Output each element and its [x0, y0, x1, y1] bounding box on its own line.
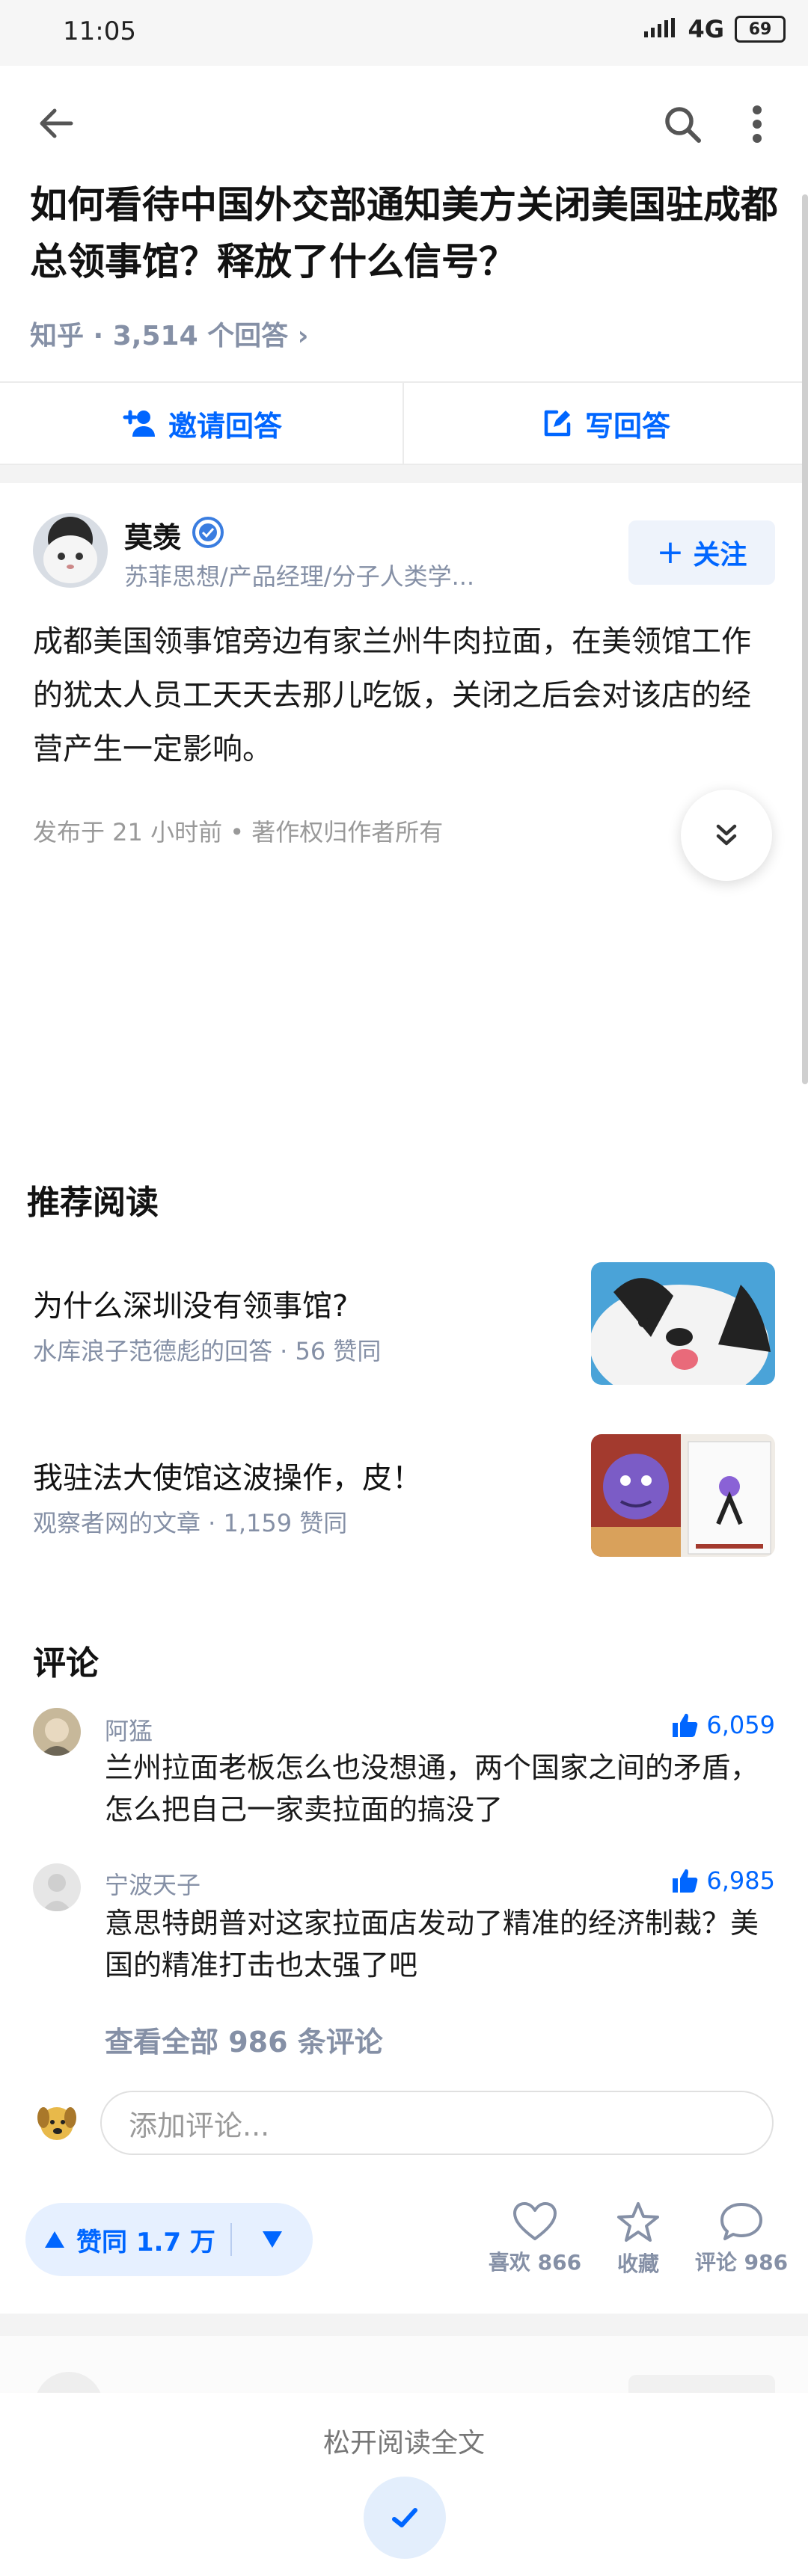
publish-info: 发布于 21 小时前 • 著作权归作者所有 — [33, 818, 444, 846]
follow-button[interactable]: + 关注 — [628, 520, 775, 585]
favorite-button[interactable]: 收藏 — [590, 2201, 687, 2278]
vote-bar: 赞同 1.7 万 — [25, 2203, 313, 2276]
write-answer-label: 写回答 — [584, 409, 670, 443]
upvote-label: 赞同 1.7 万 — [76, 2227, 215, 2257]
recommended-thumbnail[interactable] — [591, 1262, 775, 1385]
commenter-name[interactable]: 宁波天子 — [105, 1866, 201, 1901]
downvote-button[interactable] — [232, 2230, 313, 2249]
section-separator — [0, 2314, 808, 2336]
scrollbar[interactable] — [802, 194, 808, 1084]
search-button[interactable] — [655, 97, 709, 151]
answer-content[interactable]: 成都美国领事馆旁边有家兰州牛肉拉面，在美领馆工作的犹太人员工天天去那儿吃饭，关闭… — [33, 615, 774, 776]
follow-label: 关注 — [693, 540, 747, 571]
question-meta[interactable]: 知乎 · 3,514 个回答 › — [30, 314, 309, 353]
comment-text[interactable]: 兰州拉面老板怎么也没想通，两个国家之间的矛盾，怎么把自己一家卖拉面的搞没了 — [105, 1747, 778, 1830]
comment-like-count: 6,985 — [706, 1866, 775, 1895]
commenter-avatar[interactable] — [33, 1708, 81, 1756]
heart-icon — [513, 2202, 557, 2240]
thumbs-up-icon — [673, 1713, 698, 1737]
plus-icon: + — [656, 533, 685, 571]
search-icon — [665, 107, 701, 143]
view-all-comments-link[interactable]: 查看全部 986 条评论 — [105, 2019, 383, 2060]
comment-input-placeholder: 添加评论... — [129, 2109, 270, 2142]
check-icon — [392, 2508, 417, 2527]
release-to-read-text: 松开阅读全文 — [322, 2428, 485, 2459]
recommended-item-sub: 水库浪子范德彪的回答 · 56 赞同 — [33, 1337, 382, 1365]
favorite-label: 收藏 — [616, 2251, 659, 2276]
recommended-item-title[interactable]: 我驻法大使馆这波操作，皮！ — [33, 1454, 422, 1497]
comment-like-button[interactable]: 6,059 — [672, 1711, 775, 1739]
comment-input[interactable]: 添加评论... — [100, 2091, 774, 2155]
chevron-double-down-icon — [716, 824, 737, 846]
status-indicators: 4G 69 — [644, 15, 786, 43]
comment-label: 评论 986 — [694, 2250, 789, 2275]
section-separator — [0, 465, 808, 483]
expand-button[interactable] — [681, 790, 772, 881]
verified-badge-icon — [192, 516, 224, 549]
more-button[interactable] — [735, 97, 780, 151]
triangle-up-icon — [45, 2231, 64, 2248]
more-vertical-icon — [753, 105, 762, 143]
status-time: 11:05 — [63, 16, 136, 46]
recommended-item-title[interactable]: 为什么深圳没有领事馆? — [33, 1282, 348, 1325]
commenter-name[interactable]: 阿猛 — [105, 1712, 153, 1747]
recommended-heading: 推荐阅读 — [27, 1184, 159, 1222]
edit-icon — [544, 410, 571, 437]
comment-like-count: 6,059 — [706, 1711, 775, 1739]
invite-answer-button[interactable]: 邀请回答 — [0, 383, 403, 464]
commenter-avatar[interactable] — [33, 1863, 81, 1911]
comment-button[interactable]: 评论 986 — [693, 2201, 790, 2276]
chat-bubble-icon — [720, 2203, 762, 2240]
back-button[interactable] — [30, 97, 82, 150]
like-label: 喜欢 866 — [488, 2250, 582, 2275]
author-description: 苏菲思想/产品经理/分子人类学... — [124, 562, 475, 591]
author-avatar[interactable] — [33, 513, 108, 588]
network-type: 4G — [688, 15, 724, 43]
comment-like-button[interactable]: 6,985 — [672, 1866, 775, 1895]
thumbs-up-icon — [673, 1869, 698, 1893]
battery-level: 69 — [748, 19, 772, 39]
comment-text[interactable]: 意思特朗普对这家拉面店发动了精准的经济制裁？美国的精准打击也太强了吧 — [105, 1902, 778, 1986]
recommended-item-sub: 观察者网的文章 · 1,159 赞同 — [33, 1509, 348, 1537]
release-to-read-button[interactable] — [364, 2477, 446, 2559]
star-icon — [617, 2202, 659, 2242]
battery-icon: 69 — [735, 16, 786, 43]
add-person-icon — [123, 410, 155, 437]
arrow-left-icon — [40, 108, 73, 138]
signal-icon — [644, 15, 677, 43]
write-answer-button[interactable]: 写回答 — [404, 383, 808, 464]
my-avatar — [33, 2098, 81, 2146]
question-title[interactable]: 如何看待中国外交部通知美方关闭美国驻成都总领事馆？释放了什么信号？ — [30, 176, 778, 290]
comments-heading: 评论 — [33, 1644, 99, 1682]
like-button[interactable]: 喜欢 866 — [486, 2201, 584, 2276]
recommended-thumbnail[interactable] — [591, 1434, 775, 1557]
upvote-button[interactable]: 赞同 1.7 万 — [25, 2222, 230, 2258]
author-name[interactable]: 莫羡 — [124, 514, 181, 556]
invite-answer-label: 邀请回答 — [168, 409, 282, 443]
triangle-down-icon — [263, 2231, 282, 2248]
